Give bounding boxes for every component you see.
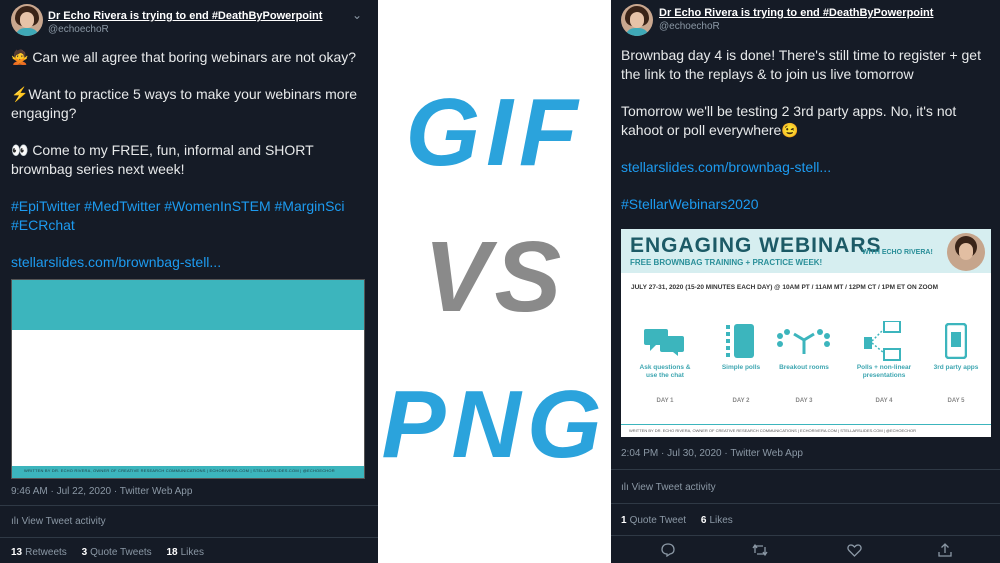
- hashtags[interactable]: #EpiTwitter #MedTwitter #WomenInSTEM #Ma…: [11, 197, 371, 235]
- feature-day-1: Ask questions & use the chat DAY 1: [635, 324, 695, 404]
- divider: [0, 505, 378, 506]
- tweet-line: Brownbag day 4 is done! There's still ti…: [621, 47, 981, 82]
- feature-day-4: Polls + non-linear presentations DAY 4: [854, 321, 914, 404]
- png-word: PNG: [381, 371, 608, 478]
- retweet-icon[interactable]: [752, 543, 768, 560]
- breakout-rooms-icon: [774, 324, 834, 358]
- card-with-label: WITH ECHO RIVERA!: [862, 249, 933, 256]
- tweet-stats: 13 Retweets 3 Quote Tweets 18 Likes: [11, 547, 216, 558]
- feature-day-3: Breakout rooms DAY 3: [774, 324, 834, 404]
- user-handle[interactable]: @echoechoR: [48, 24, 109, 35]
- card-header-band: [12, 280, 364, 330]
- view-activity-link[interactable]: ılı View Tweet activity: [621, 482, 716, 493]
- divider: [0, 537, 378, 538]
- heart-icon[interactable]: [847, 543, 862, 560]
- retweets-stat[interactable]: 13 Retweets: [11, 547, 67, 558]
- feature-day-2: Simple polls DAY 2: [711, 324, 771, 404]
- display-name[interactable]: Dr Echo Rivera is trying to end #DeathBy…: [659, 7, 933, 19]
- share-icon[interactable]: [938, 543, 952, 560]
- quote-tweets-stat[interactable]: 3 Quote Tweets: [82, 547, 152, 558]
- divider: [611, 535, 1000, 536]
- tweet-link[interactable]: stellarslides.com/brownbag-stell...: [621, 158, 993, 177]
- likes-stat[interactable]: 18 Likes: [166, 547, 203, 558]
- vs-word: VS: [423, 221, 566, 333]
- right-tweet-panel: Dr Echo Rivera is trying to end #DeathBy…: [611, 0, 1000, 563]
- reply-icon[interactable]: [661, 543, 675, 560]
- card-footer: WRITTEN BY DR. ECHO RIVERA, OWNER OF CRE…: [621, 424, 991, 437]
- tweet-line: ⚡Want to practice 5 ways to make your we…: [11, 86, 358, 121]
- presenter-photo: [947, 233, 985, 271]
- avatar[interactable]: [621, 4, 653, 36]
- presentation-icon: [854, 321, 914, 361]
- tweet-line: 🙅 Can we all agree that boring webinars …: [11, 49, 357, 65]
- feature-day-5: 3rd party apps DAY 5: [926, 323, 986, 404]
- tweet-timestamp[interactable]: 9:46 AM · Jul 22, 2020 · Twitter Web App: [11, 486, 192, 497]
- divider: [611, 469, 1000, 470]
- tweet-link[interactable]: stellarslides.com/brownbag-stell...: [11, 253, 371, 272]
- tweet-text: 🙅 Can we all agree that boring webinars …: [11, 48, 371, 290]
- left-tweet-panel: Dr Echo Rivera is trying to end #DeathBy…: [0, 0, 378, 563]
- bar-chart-icon: ılı: [11, 516, 19, 527]
- display-name[interactable]: Dr Echo Rivera is trying to end #DeathBy…: [48, 10, 322, 22]
- chevron-down-icon[interactable]: ⌄: [352, 8, 362, 22]
- hashtag[interactable]: #StellarWebinars2020: [621, 195, 993, 214]
- quote-tweets-stat[interactable]: 1 Quote Tweet: [621, 515, 686, 526]
- divider: [611, 503, 1000, 504]
- view-activity-link[interactable]: ılı View Tweet activity: [11, 516, 106, 527]
- poll-icon: [711, 324, 771, 358]
- tweet-line: 👀 Come to my FREE, fun, informal and SHO…: [11, 142, 314, 177]
- user-handle[interactable]: @echoechoR: [659, 21, 720, 32]
- tweet-line: Tomorrow we'll be testing 2 3rd party ap…: [621, 103, 957, 138]
- webinar-card-image[interactable]: ENGAGING WEBINARS FREE BROWNBAG TRAINING…: [621, 229, 991, 437]
- card-footer: WRITTEN BY DR. ECHO RIVERA, OWNER OF CRE…: [12, 466, 364, 478]
- card-subtitle: FREE BROWNBAG TRAINING + PRACTICE WEEK!: [630, 258, 823, 267]
- bar-chart-icon: ılı: [621, 482, 629, 493]
- chat-bubbles-icon: [635, 324, 695, 358]
- avatar[interactable]: [11, 4, 43, 36]
- card-date-line: JULY 27-31, 2020 (15-20 MINUTES EACH DAY…: [631, 284, 938, 291]
- tweet-timestamp[interactable]: 2:04 PM · Jul 30, 2020 · Twitter Web App: [621, 448, 803, 459]
- likes-stat[interactable]: 6 Likes: [701, 515, 733, 526]
- card-title: ENGAGING WEBINARS: [630, 234, 882, 257]
- gif-word: GIF: [405, 79, 584, 186]
- tweet-stats: 1 Quote Tweet 6 Likes: [621, 515, 745, 526]
- phone-icon: [926, 323, 986, 359]
- link-card-image[interactable]: WRITTEN BY DR. ECHO RIVERA, OWNER OF CRE…: [11, 279, 365, 479]
- tweet-text: Brownbag day 4 is done! There's still ti…: [621, 46, 993, 232]
- tweet-actions: [611, 543, 1000, 563]
